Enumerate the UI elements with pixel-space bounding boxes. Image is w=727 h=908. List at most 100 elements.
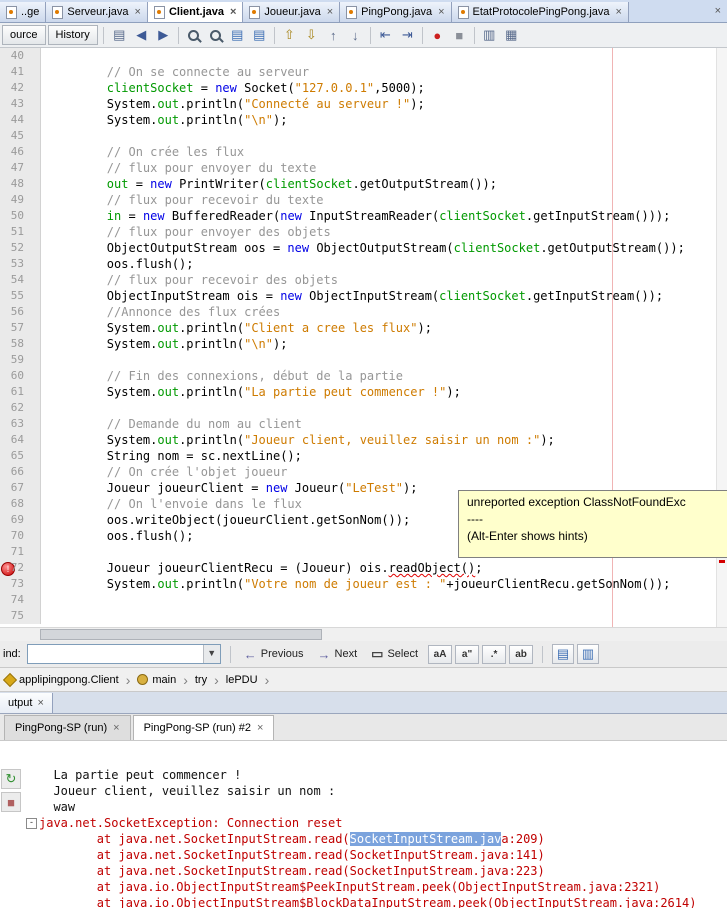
output-line[interactable]: at java.io.ObjectInputStream$PeekInputSt…: [39, 879, 727, 895]
code-text[interactable]: [41, 400, 49, 416]
gutter-cell[interactable]: 45: [0, 128, 41, 144]
close-tab-icon[interactable]: ×: [113, 722, 119, 734]
gutter-cell[interactable]: 42: [0, 80, 41, 96]
code-text[interactable]: System.out.println("Connecté au serveur …: [41, 96, 425, 112]
gutter-cell[interactable]: ! 72: [0, 560, 41, 576]
code-text[interactable]: // On l'envoie dans le flux: [41, 496, 302, 512]
breadcrumb-item[interactable]: main: [135, 674, 178, 686]
code-text[interactable]: [41, 48, 49, 64]
comment-icon[interactable]: ▥: [479, 25, 500, 45]
output-line[interactable]: La partie peut commencer !: [39, 767, 727, 783]
gutter-cell[interactable]: 65: [0, 448, 41, 464]
code-text[interactable]: [41, 544, 49, 560]
whole-words-toggle[interactable]: a": [455, 644, 480, 664]
combo-dropdown-icon[interactable]: ▼: [202, 645, 220, 663]
horizontal-scrollbar[interactable]: [0, 627, 727, 641]
gutter-cell[interactable]: 61: [0, 384, 41, 400]
close-tab-icon[interactable]: ×: [616, 6, 622, 18]
file-tab[interactable]: Client.java ×: [147, 2, 244, 22]
gutter-cell[interactable]: 46: [0, 144, 41, 160]
forward-icon[interactable]: ▶: [153, 25, 174, 45]
code-text[interactable]: oos.flush();: [41, 256, 194, 272]
search-in-selection-icon[interactable]: ▥: [577, 644, 600, 664]
gutter-cell[interactable]: 57: [0, 320, 41, 336]
rerun-icon[interactable]: ↻: [1, 769, 21, 789]
breadcrumb-item[interactable]: lePDU: [224, 674, 260, 686]
gutter-cell[interactable]: 73: [0, 576, 41, 592]
find-selection-icon[interactable]: [183, 25, 204, 45]
gutter-cell[interactable]: 55: [0, 288, 41, 304]
output-line[interactable]: Joueur client, veuillez saisir un nom :: [39, 783, 727, 799]
gutter-cell[interactable]: 58: [0, 336, 41, 352]
gutter-cell[interactable]: 53: [0, 256, 41, 272]
regex-toggle[interactable]: .*: [482, 644, 507, 664]
previous-error-icon[interactable]: ↑: [323, 25, 344, 45]
gutter-cell[interactable]: 63: [0, 416, 41, 432]
file-tab[interactable]: EtatProtocolePingPong.java ×: [451, 2, 629, 22]
code-text[interactable]: // On crée les flux: [41, 144, 244, 160]
copy-document-icon[interactable]: ▤: [227, 25, 248, 45]
collapse-icon[interactable]: -: [26, 818, 37, 829]
gutter-cell[interactable]: 49: [0, 192, 41, 208]
close-output-icon[interactable]: ×: [37, 697, 43, 709]
code-text[interactable]: //Annonce des flux crées: [41, 304, 280, 320]
code-text[interactable]: System.out.println("Votre nom de joueur …: [41, 576, 671, 592]
match-case-toggle[interactable]: aA: [428, 644, 453, 664]
code-text[interactable]: oos.flush();: [41, 528, 194, 544]
gutter-cell[interactable]: 54: [0, 272, 41, 288]
close-tab-icon[interactable]: ×: [135, 6, 141, 18]
gutter-cell[interactable]: 51: [0, 224, 41, 240]
last-edit-icon[interactable]: ▤: [109, 25, 130, 45]
horizontal-scrollbar-thumb[interactable]: [40, 629, 322, 640]
code-text[interactable]: clientSocket = new Socket("127.0.0.1",50…: [41, 80, 425, 96]
gutter-cell[interactable]: 70: [0, 528, 41, 544]
code-text[interactable]: ObjectInputStream ois = new ObjectInputS…: [41, 288, 663, 304]
gutter-cell[interactable]: 66: [0, 464, 41, 480]
gutter-cell[interactable]: 74: [0, 592, 41, 608]
code-text[interactable]: // flux pour envoyer des objets: [41, 224, 331, 240]
next-error-icon[interactable]: ↓: [345, 25, 366, 45]
code-text[interactable]: [41, 592, 49, 608]
output-line[interactable]: waw: [39, 799, 727, 815]
code-text[interactable]: ObjectOutputStream oos = new ObjectOutpu…: [41, 240, 685, 256]
file-tab[interactable]: Joueur.java ×: [243, 2, 341, 22]
code-text[interactable]: // flux pour envoyer du texte: [41, 160, 317, 176]
error-stripe-mark[interactable]: [719, 560, 725, 563]
gutter-cell[interactable]: 56: [0, 304, 41, 320]
breadcrumb-item[interactable]: try: [193, 674, 209, 686]
code-text[interactable]: [41, 608, 49, 624]
code-text[interactable]: [41, 128, 49, 144]
shift-left-icon[interactable]: ⇤: [375, 25, 396, 45]
highlight-results-toggle[interactable]: ab: [509, 644, 534, 664]
gutter-cell[interactable]: 47: [0, 160, 41, 176]
output-text-area[interactable]: La partie peut commencer ! Joueur client…: [22, 741, 727, 908]
find-select-button[interactable]: ▭ Select: [367, 646, 422, 662]
paste-document-icon[interactable]: ▤: [249, 25, 270, 45]
gutter-cell[interactable]: 52: [0, 240, 41, 256]
output-line[interactable]: at java.net.SocketInputStream.read(Socke…: [39, 831, 727, 847]
gutter-cell[interactable]: 71: [0, 544, 41, 560]
code-text[interactable]: System.out.println("Joueur client, veuil…: [41, 432, 555, 448]
close-tab-icon[interactable]: ×: [327, 6, 333, 18]
stop-macro-icon[interactable]: ■: [449, 25, 470, 45]
file-tab[interactable]: Serveur.java ×: [46, 2, 148, 22]
close-tab-icon[interactable]: ×: [257, 722, 263, 734]
gutter-cell[interactable]: 43: [0, 96, 41, 112]
gutter-cell[interactable]: 60: [0, 368, 41, 384]
record-macro-icon[interactable]: ●: [427, 25, 448, 45]
code-text[interactable]: // On se connecte au serveur: [41, 64, 309, 80]
code-text[interactable]: // Fin des connexions, début de la parti…: [41, 368, 403, 384]
output-window-tab[interactable]: utput ×: [0, 693, 53, 713]
breadcrumb-item[interactable]: applipingpong.Client: [2, 672, 121, 687]
gutter-cell[interactable]: 64: [0, 432, 41, 448]
find-next-occurrence-icon[interactable]: [205, 25, 226, 45]
output-line[interactable]: at java.io.ObjectInputStream$BlockDataIn…: [39, 895, 727, 908]
history-view-button[interactable]: History: [47, 25, 98, 45]
output-tab[interactable]: PingPong-SP (run) #2 ×: [132, 715, 275, 740]
code-text[interactable]: out = new PrintWriter(clientSocket.getOu…: [41, 176, 497, 192]
code-text[interactable]: System.out.println("\n");: [41, 336, 288, 352]
code-editor[interactable]: 40 41 // On se connecte au serveur 42 clie…: [0, 48, 727, 641]
code-text[interactable]: // Demande du nom au client: [41, 416, 302, 432]
find-previous-button[interactable]: ← Previous: [240, 647, 308, 662]
search-history-icon[interactable]: ▤: [552, 644, 575, 664]
